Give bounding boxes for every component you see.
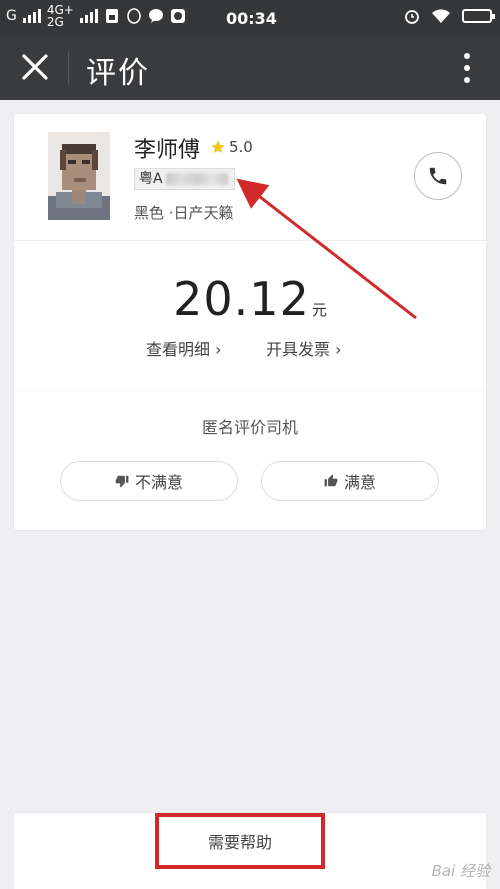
issue-invoice-link[interactable]: 开具发票 ›	[266, 336, 342, 360]
network-label-2: 4G+ 2G	[47, 4, 74, 28]
fare-unit: 元	[311, 301, 327, 319]
network-2g-label: 2G	[46, 15, 64, 29]
help-bar: 需要帮助	[14, 813, 486, 889]
plate-prefix: 粤A	[139, 171, 163, 187]
satisfied-button[interactable]: 满意	[261, 461, 439, 501]
penguin-icon	[127, 8, 141, 24]
rating-value: 5.0	[229, 138, 253, 156]
signal-icon	[22, 9, 41, 23]
chat-icon	[148, 9, 163, 23]
fare-value: 20.12	[173, 272, 310, 326]
avatar-image	[48, 132, 110, 220]
battery-icon	[462, 9, 495, 23]
network-label: G	[6, 8, 17, 24]
status-left: G 4G+ 2G	[6, 4, 186, 28]
dissatisfied-label: 不满意	[134, 473, 183, 492]
anonymous-review-title: 匿名评价司机	[201, 418, 298, 437]
wifi-icon	[432, 9, 450, 23]
trip-card: 李师傅 5.0 粤A 黑色 ·日产天籁 20.12 元 查看明细 › 开具发票 ›…	[14, 114, 486, 530]
view-details-link[interactable]: 查看明细 ›	[146, 336, 222, 360]
need-help-button[interactable]: 需要帮助	[155, 813, 325, 869]
status-right	[404, 8, 495, 24]
close-icon[interactable]	[18, 50, 52, 84]
call-driver-button[interactable]	[414, 152, 462, 200]
more-options-icon[interactable]	[458, 50, 476, 86]
title-bar: 评价	[0, 36, 500, 100]
title-divider	[68, 52, 69, 84]
status-bar: G 4G+ 2G 00:34	[0, 0, 500, 36]
divider	[14, 240, 486, 241]
sim-icon	[105, 9, 118, 23]
driver-avatar	[48, 132, 110, 220]
driver-rating: 5.0	[210, 138, 253, 156]
app-icon	[170, 9, 185, 23]
thumbs-down-icon	[115, 475, 129, 488]
page-title: 评价	[86, 56, 150, 91]
signal-icon-2	[79, 9, 98, 23]
divider-2	[14, 390, 486, 391]
plate-blurred	[165, 173, 228, 185]
clock: 00:34	[226, 9, 277, 28]
alarm-icon	[405, 10, 419, 24]
fare-amount: 20.12 元	[14, 272, 486, 326]
car-info: 黑色 ·日产天籁	[134, 204, 234, 222]
dissatisfied-button[interactable]: 不满意	[60, 461, 238, 501]
phone-icon	[429, 167, 447, 185]
star-icon	[211, 140, 225, 153]
driver-name: 李师傅	[134, 138, 201, 163]
watermark: Bai 经验	[431, 862, 490, 880]
thumbs-up-icon	[324, 474, 338, 487]
license-plate: 粤A	[134, 168, 235, 190]
satisfied-label: 满意	[343, 473, 376, 492]
